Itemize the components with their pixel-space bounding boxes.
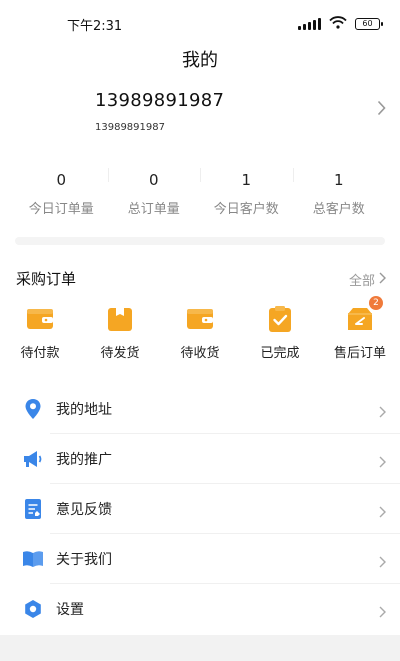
megaphone-icon	[22, 448, 44, 470]
orders-all-link[interactable]: 全部	[349, 270, 386, 289]
check-clipboard-icon	[265, 304, 295, 334]
chevron-right-icon	[379, 553, 386, 572]
status-icons: 60	[298, 14, 383, 33]
order-pending-shipment[interactable]: 待发货	[80, 300, 160, 361]
stat-total-orders[interactable]: 0 总订单量	[107, 168, 201, 228]
stat-today-orders[interactable]: 0 今日订单量	[15, 168, 108, 228]
section-divider	[15, 237, 385, 245]
menu-item-label: 设置	[56, 602, 84, 618]
battery-icon: 60	[355, 17, 383, 30]
chevron-right-icon	[379, 272, 386, 288]
status-bar: 下午2:31 60	[0, 0, 400, 44]
chevron-right-icon	[379, 453, 386, 472]
order-pending-receipt[interactable]: 待收货	[160, 300, 240, 361]
bottom-background	[0, 635, 400, 661]
menu-item-address[interactable]: 我的地址	[0, 384, 400, 434]
page-title: 我的	[182, 50, 218, 71]
stat-label: 总客户数	[312, 202, 365, 217]
orders-header: 采购订单 全部	[0, 262, 400, 292]
order-completed[interactable]: 已完成	[240, 300, 320, 361]
gear-icon	[22, 598, 44, 620]
profile-account: 13989891987	[95, 122, 165, 133]
stat-total-customers[interactable]: 1 总客户数	[292, 168, 386, 228]
menu-item-label: 意见反馈	[56, 502, 112, 518]
order-item-label: 待付款	[20, 346, 60, 361]
box-icon	[105, 304, 135, 334]
menu-item-settings[interactable]: 设置	[0, 584, 400, 634]
orders-all-label: 全部	[348, 274, 375, 289]
stat-value: 1	[333, 171, 344, 189]
battery-level: 60	[362, 19, 373, 28]
location-pin-icon	[22, 398, 44, 420]
wifi-icon	[329, 14, 347, 33]
orders-title: 采购订单	[16, 270, 77, 288]
chevron-right-icon	[379, 503, 386, 522]
settings-menu: 我的地址 我的推广 意见反馈 关于我们 设置	[0, 384, 400, 634]
menu-item-about[interactable]: 关于我们	[0, 534, 400, 584]
stat-label: 总订单量	[127, 202, 180, 217]
profile-phone: 13989891987	[95, 90, 225, 111]
stat-label: 今日订单量	[28, 202, 94, 217]
signal-icon	[298, 17, 321, 30]
order-pending-payment[interactable]: 待付款	[0, 300, 80, 361]
menu-item-promotion[interactable]: 我的推广	[0, 434, 400, 484]
profile-card[interactable]: 13989891987 13989891987	[0, 84, 400, 144]
menu-item-feedback[interactable]: 意见反馈	[0, 484, 400, 534]
chevron-right-icon	[379, 403, 386, 422]
order-item-label: 已完成	[260, 346, 300, 361]
wallet-icon	[185, 304, 215, 334]
menu-item-label: 我的推广	[56, 452, 112, 468]
order-item-label: 待发货	[100, 346, 140, 361]
after-sales-badge: 2	[369, 296, 383, 310]
status-time: 下午2:31	[67, 19, 123, 34]
return-box-icon: 2	[345, 296, 383, 334]
book-icon	[22, 548, 44, 570]
stat-value: 1	[241, 171, 252, 189]
chevron-right-icon	[379, 603, 386, 622]
order-after-sales[interactable]: 2 售后订单	[320, 296, 400, 361]
stat-value: 0	[56, 171, 67, 189]
order-item-label: 售后订单	[333, 346, 386, 361]
order-status-row: 待付款 待发货 待收货 已完成 2 售后订单	[0, 296, 400, 370]
stat-value: 0	[148, 171, 159, 189]
menu-item-label: 我的地址	[56, 402, 112, 418]
order-item-label: 待收货	[180, 346, 220, 361]
stat-today-customers[interactable]: 1 今日客户数	[200, 168, 293, 228]
edit-document-icon	[22, 498, 44, 520]
wallet-icon	[25, 304, 55, 334]
menu-item-label: 关于我们	[56, 552, 112, 568]
stat-label: 今日客户数	[213, 202, 279, 217]
stats-row: 0 今日订单量 0 总订单量 1 今日客户数 1 总客户数	[15, 168, 385, 228]
chevron-right-icon	[377, 100, 386, 120]
